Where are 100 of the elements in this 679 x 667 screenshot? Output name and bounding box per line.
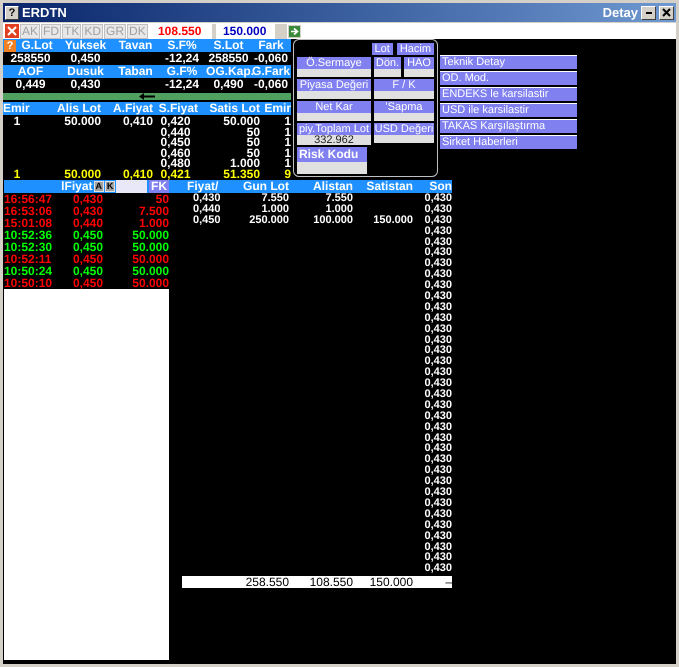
table-cell-text: 1.000	[324, 204, 353, 215]
table-cell-text: 16:53:06	[4, 205, 54, 217]
filter-field[interactable]	[116, 180, 148, 193]
value-field	[374, 69, 401, 77]
column-header: OG.Kap.	[206, 65, 251, 78]
toolbar-button[interactable]: GR	[104, 24, 126, 38]
field-label: F / K	[374, 79, 434, 91]
column-header: Fiyat/	[187, 180, 220, 193]
table-cell-text: 0,430	[423, 520, 452, 531]
table-cell-text: 0,430	[423, 476, 452, 488]
toggle-button[interactable]: Lot	[372, 43, 393, 55]
table-cell-text: 1.000	[260, 204, 289, 215]
close-icon[interactable]	[5, 24, 19, 38]
table-cell-text: 50.000	[131, 229, 169, 241]
table-cell-text: 0,430	[423, 443, 452, 454]
column-header: Taban	[117, 65, 154, 78]
table-cell-text: 0,421	[159, 168, 192, 180]
menu-item[interactable]: USD ile karsilastir	[440, 103, 577, 117]
table-cell-text: 0,430	[72, 205, 104, 217]
table-cell-text: 0,430	[423, 302, 452, 313]
table-cell-text: 0,430	[423, 312, 452, 324]
table-cell-text: 50.000	[131, 253, 169, 265]
table-cell-text: 10:52:11	[4, 253, 52, 265]
toolbar-button[interactable]: KD	[82, 24, 104, 38]
table-cell-text: 0,430	[423, 508, 452, 520]
table-cell-text: 0,430	[423, 214, 452, 226]
value-cell-text: 0,430	[69, 78, 102, 91]
total-cell-text: –	[444, 576, 452, 588]
column-header: Gun Lot	[242, 180, 289, 193]
close-button[interactable]	[659, 6, 674, 20]
value-field	[297, 162, 367, 174]
minimize-icon	[646, 12, 652, 14]
minimize-button[interactable]	[641, 6, 656, 20]
column-header: Emir	[3, 102, 31, 115]
column-header: Satistan	[365, 180, 413, 193]
table-cell-text: 0,430	[423, 280, 452, 292]
toolbar-button[interactable]: FD	[41, 24, 62, 38]
table-cell-text: 0,420	[160, 115, 191, 128]
table-cell-text: 7.500	[138, 205, 169, 217]
table-cell-text: 0,430	[423, 291, 452, 302]
help-button[interactable]: ?	[4, 40, 16, 52]
table-cell-text: 0,430	[423, 345, 452, 356]
value-cell-text: -0,060	[252, 52, 290, 65]
table-cell-text: 0,430	[423, 498, 452, 509]
table-cell-text: 50.000	[63, 168, 101, 180]
table-cell-text: 0,410	[122, 168, 153, 180]
sort-button[interactable]: A	[94, 181, 104, 192]
table-cell-text: 0,480	[159, 157, 192, 170]
column-header: Fark	[257, 39, 285, 52]
arrow-button[interactable]	[288, 24, 301, 38]
table-cell-text: 10:52:36	[4, 229, 54, 241]
field-label: piy.Toplam Lot	[297, 123, 371, 135]
total-cell-text: 258.550	[244, 576, 289, 588]
table-cell-text: 1.000	[230, 157, 260, 170]
menu-item[interactable]: TAKAS Karşılaştırma	[440, 119, 577, 133]
table-cell-text: 10:50:10	[4, 277, 54, 289]
table-cell-text: 51.350	[222, 168, 260, 180]
table-cell-text: 0,430	[423, 258, 452, 270]
window-subtitle: Detay	[602, 5, 638, 20]
table-cell-text: 16:56:47	[4, 193, 54, 205]
value-field	[374, 91, 434, 99]
column-header: S.F%	[166, 39, 198, 52]
table-cell-text: 0,440	[159, 126, 192, 138]
table-cell-text: 1	[283, 115, 291, 128]
table-cell-text: 0,430	[423, 204, 452, 215]
toolbar-button[interactable]: AK	[20, 24, 40, 38]
table-cell-text: 0,450	[72, 253, 104, 265]
table-cell-text: 50	[246, 146, 260, 160]
help-button[interactable]: ?	[5, 6, 19, 20]
table-cell-text: 0,450	[72, 229, 104, 241]
table-cell-text: 0,430	[72, 193, 104, 205]
menu-item[interactable]: Sirket Haberleri	[440, 135, 577, 149]
value-field: 332.962	[297, 135, 371, 145]
menu-item[interactable]: OD. Mod.	[440, 71, 577, 85]
sort-button[interactable]: K	[104, 181, 116, 192]
table-cell-text: 7.550	[260, 193, 289, 204]
menu-item[interactable]: ENDEKS le karsilastir	[440, 87, 577, 101]
table-cell-text: 0,430	[423, 269, 452, 280]
value-cell-text: 0,449	[14, 78, 47, 91]
table-cell-text: 0,430	[423, 226, 452, 237]
table-cell-text: 50.000	[63, 115, 101, 128]
table-cell-text: 0,430	[423, 487, 452, 498]
filter-button[interactable]: FK	[149, 180, 170, 193]
total-cell-text: 150.000	[368, 576, 413, 588]
table-cell-text: 50.000	[222, 115, 260, 128]
column-header: A.Fiyat	[112, 102, 153, 115]
field-label: Ö.Sermaye	[297, 57, 371, 69]
blank-field[interactable]	[274, 24, 287, 38]
table-cell-text: 50	[246, 126, 260, 138]
value-cell-text: 0,490	[213, 78, 244, 91]
table-cell-text: 7.550	[324, 193, 353, 204]
toolbar-button[interactable]: DK	[127, 24, 148, 38]
menu-item[interactable]: Teknik Detay	[440, 55, 577, 69]
toggle-button[interactable]: Hacim	[396, 43, 434, 55]
table-cell-text: 0,430	[423, 389, 452, 400]
table-cell-text: 150.000	[372, 214, 413, 226]
toolbar-button[interactable]: TK	[62, 24, 82, 38]
column-header: S.Lot	[212, 39, 244, 52]
value-cell-text: -12,24	[164, 52, 200, 65]
value-cell-text: -0,060	[254, 78, 290, 91]
